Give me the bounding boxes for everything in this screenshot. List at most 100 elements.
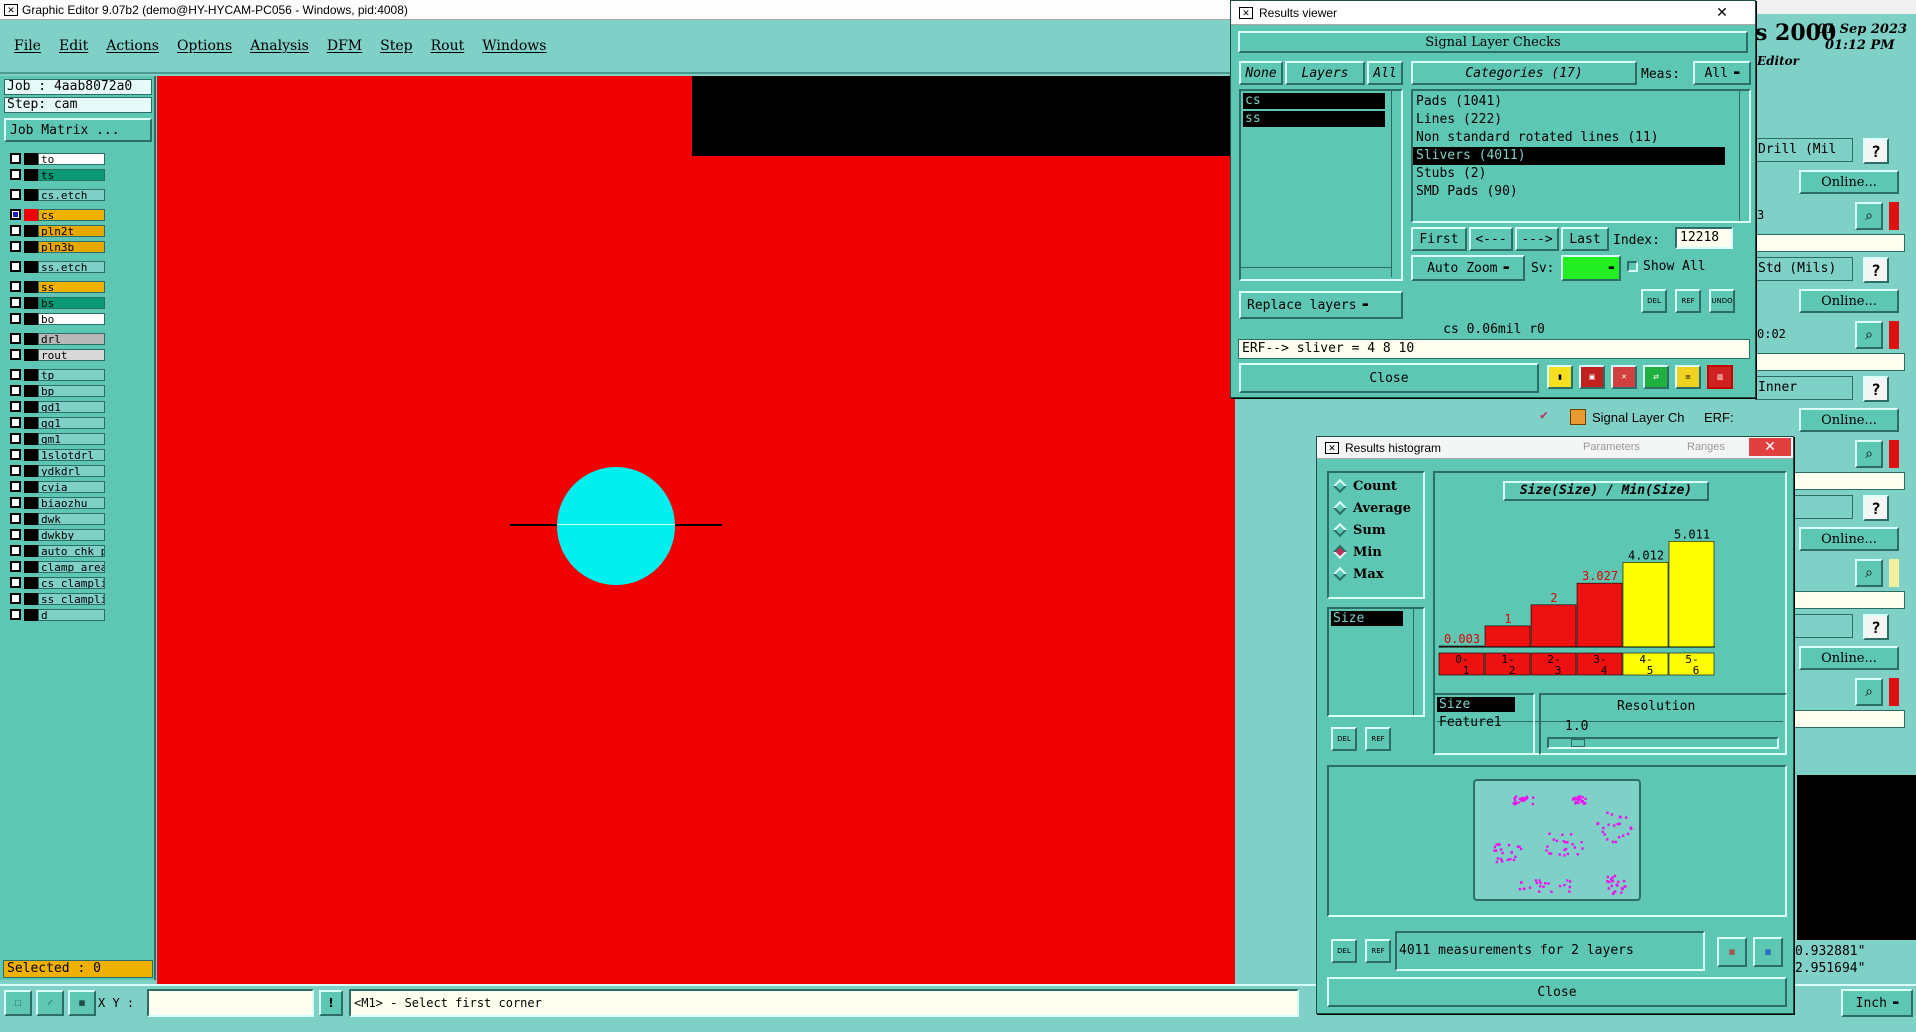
close-button[interactable]: Close — [1239, 363, 1539, 393]
online-button[interactable]: Online... — [1799, 289, 1899, 313]
menu-item-step[interactable]: Step — [380, 38, 412, 54]
layer-checkbox[interactable] — [10, 189, 21, 200]
layer-checkbox[interactable] — [10, 153, 21, 164]
list-item[interactable]: Size — [1437, 697, 1515, 712]
sv-color-dropdown[interactable]: ▬ — [1561, 255, 1621, 281]
graphics-canvas[interactable] — [157, 76, 1235, 984]
layer-checkbox[interactable] — [10, 297, 21, 308]
layer-checkbox[interactable] — [10, 593, 21, 604]
first-button[interactable]: First — [1411, 227, 1467, 251]
layer-listbox[interactable]: cs ss — [1239, 89, 1403, 281]
scrollbar[interactable] — [1391, 91, 1401, 277]
value-field[interactable] — [1755, 234, 1905, 252]
exclude-icon[interactable]: ✕ — [1611, 365, 1637, 389]
layer-checkbox[interactable] — [10, 169, 21, 180]
layer-swatch[interactable] — [24, 560, 38, 573]
layer-row[interactable]: bp — [10, 384, 105, 397]
layer-checkbox[interactable] — [10, 449, 21, 460]
size-listbox[interactable]: Size — [1327, 607, 1425, 717]
last-button[interactable]: Last — [1561, 227, 1609, 251]
all-button[interactable]: All — [1367, 61, 1403, 85]
close-icon[interactable]: ✕ — [1749, 438, 1791, 456]
close-icon[interactable]: ✕ — [1701, 3, 1743, 22]
layer-checkbox[interactable] — [10, 529, 21, 540]
layer-swatch[interactable] — [24, 384, 38, 397]
layer-checkbox[interactable] — [10, 333, 21, 344]
layer-row[interactable]: tp — [10, 368, 105, 381]
layer-row[interactable]: ts — [10, 168, 105, 181]
layer-swatch[interactable] — [24, 608, 38, 621]
layer-swatch[interactable] — [24, 280, 38, 293]
layer-row[interactable]: ss.etch — [10, 260, 105, 273]
layer-checkbox[interactable] — [10, 433, 21, 444]
category-item[interactable]: Pads (1041) — [1413, 93, 1749, 111]
chart-options-icon[interactable]: ▦ — [1753, 937, 1783, 967]
zoom-icon[interactable]: ⌕ — [1855, 678, 1883, 706]
notes-icon[interactable]: ≡ — [1675, 365, 1701, 389]
delete-icon[interactable]: DEL — [1641, 289, 1667, 313]
mode-radio-sum[interactable]: Sum — [1329, 519, 1423, 541]
layer-checkbox[interactable] — [10, 369, 21, 380]
layer-checkbox[interactable] — [10, 561, 21, 572]
layer-swatch[interactable] — [24, 448, 38, 461]
layer-row[interactable]: dwk — [10, 512, 105, 525]
layer-swatch[interactable] — [24, 368, 38, 381]
layer-checkbox[interactable] — [10, 417, 21, 428]
layer-checkbox[interactable] — [10, 497, 21, 508]
layer-swatch[interactable] — [24, 188, 38, 201]
layer-checkbox[interactable] — [10, 261, 21, 272]
layer-row[interactable]: bo — [10, 312, 105, 325]
layer-checkbox[interactable] — [10, 281, 21, 292]
signal-check-label[interactable]: Signal Layer Ch — [1592, 410, 1685, 425]
menu-item-options[interactable]: Options — [177, 38, 232, 54]
layer-checkbox[interactable] — [10, 545, 21, 556]
zoom-icon[interactable]: ⬚ — [4, 990, 32, 1016]
resolution-slider[interactable] — [1547, 737, 1779, 749]
layer-swatch[interactable] — [24, 576, 38, 589]
pad-circle[interactable] — [557, 467, 675, 585]
layer-checkbox[interactable] — [10, 577, 21, 588]
layer-swatch[interactable] — [24, 528, 38, 541]
mode-radio-max[interactable]: Max — [1329, 563, 1423, 585]
show-all-checkbox[interactable] — [1627, 261, 1638, 272]
layer-swatch[interactable] — [24, 544, 38, 557]
layer-swatch[interactable] — [24, 348, 38, 361]
layer-checkbox[interactable] — [10, 513, 21, 524]
layer-row[interactable]: pln2t — [10, 224, 105, 237]
help-button[interactable]: ? — [1863, 257, 1889, 283]
units-dropdown[interactable]: Inch ▬ — [1841, 989, 1913, 1017]
refresh-icon[interactable]: REF — [1365, 939, 1391, 963]
layer-swatch[interactable] — [24, 240, 38, 253]
category-item[interactable]: Non standard rotated lines (11) — [1413, 129, 1749, 147]
list-item[interactable]: cs — [1243, 93, 1385, 109]
menu-item-actions[interactable]: Actions — [106, 38, 159, 54]
layer-row[interactable]: to — [10, 152, 105, 165]
auto-zoom-dropdown[interactable]: Auto Zoom ▬ — [1411, 255, 1525, 281]
menu-item-analysis[interactable]: Analysis — [250, 38, 309, 54]
category-item[interactable]: Stubs (2) — [1413, 165, 1749, 183]
menu-item-edit[interactable]: Edit — [59, 38, 88, 54]
help-button[interactable]: ? — [1863, 138, 1889, 164]
layer-row[interactable]: d — [10, 608, 105, 621]
categories-header[interactable]: Categories (17) — [1411, 61, 1637, 85]
layer-swatch[interactable] — [24, 464, 38, 477]
histogram-bar[interactable] — [1668, 541, 1715, 648]
zoom-icon[interactable]: ⌕ — [1855, 202, 1883, 230]
online-button[interactable]: Online... — [1799, 646, 1899, 670]
layer-row[interactable]: biaozhu — [10, 496, 105, 509]
layer-row[interactable]: ss_clampline — [10, 592, 105, 605]
layer-row[interactable]: drl — [10, 332, 105, 345]
scrollbar[interactable] — [1413, 609, 1423, 715]
layer-swatch[interactable] — [24, 416, 38, 429]
histogram-icon[interactable]: ▥ — [1707, 365, 1733, 389]
menu-item-rout[interactable]: Rout — [431, 38, 465, 54]
list-item[interactable]: ss — [1243, 111, 1385, 127]
refresh-icon[interactable]: REF — [1365, 727, 1391, 751]
info-icon[interactable]: ! — [319, 990, 343, 1016]
layer-row[interactable]: 1slotdrl — [10, 448, 105, 461]
export-icon[interactable]: ⇄ — [1643, 365, 1669, 389]
category-item[interactable]: Lines (222) — [1413, 111, 1749, 129]
help-button[interactable]: ? — [1863, 376, 1889, 402]
layer-checkbox[interactable] — [10, 385, 21, 396]
highlight-icon[interactable]: ▮ — [1547, 365, 1573, 389]
